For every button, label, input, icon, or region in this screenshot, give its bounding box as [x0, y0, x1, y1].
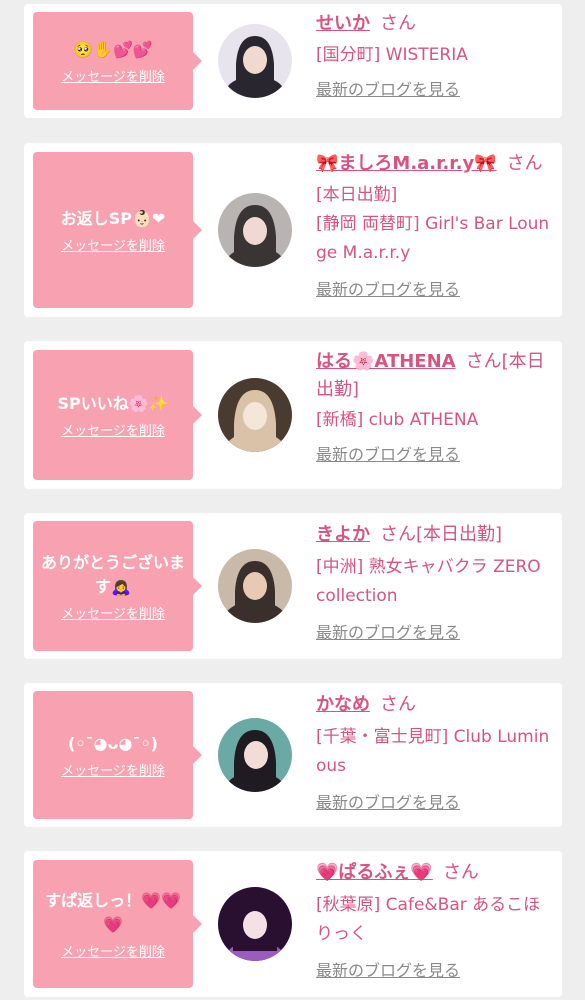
avatar-face [243, 402, 267, 430]
shop-info: [秋葉原] Cafe&Bar あるこほりっく [316, 895, 541, 944]
honorific: さん [465, 351, 502, 372]
name-line: せいか さん [316, 10, 552, 38]
message-text: ありがとうございます🙇‍♀️ [41, 552, 186, 596]
name-line: はる🌸ATHENA さん[本日出勤] [316, 348, 552, 404]
cast-info: 💗ぱるふぇ💗 さん [秋葉原] Cafe&Bar あるこほりっく 最新のブログを見… [316, 859, 552, 981]
work-status: [本日出勤] [316, 185, 398, 205]
cast-name-link[interactable]: 🎀ましろM.a.r.r.y🎀 [316, 153, 497, 174]
cast-info: はる🌸ATHENA さん[本日出勤] [新橋] club ATHENA 最新のブロ… [316, 348, 552, 465]
avatar-photo [218, 378, 292, 452]
delete-message-link[interactable]: メッセージを削除 [61, 760, 165, 779]
avatar-photo [218, 549, 292, 623]
avatar-face [243, 217, 267, 245]
delete-message-link[interactable]: メッセージを削除 [61, 941, 165, 960]
message-text: お返しSP👶🏻❤ [60, 208, 166, 228]
cast-info: 🎀ましろM.a.r.r.y🎀 さん [本日出勤] [静岡 両替町] Girl's … [316, 150, 552, 300]
cast-info: きよか さん[本日出勤] [中洲] 熟女キャバクラ ZERO collection… [316, 521, 552, 643]
delete-message-link[interactable]: メッセージを削除 [61, 66, 165, 85]
shop-info: [中洲] 熟女キャバクラ ZERO collection [316, 557, 541, 606]
honorific: さん [380, 524, 416, 545]
avatar-photo [218, 887, 292, 961]
shop-info: [静岡 両替町] Girl's Bar Lounge M.a.r.r.y [316, 214, 550, 263]
name-line: 🎀ましろM.a.r.r.y🎀 さん [316, 150, 552, 178]
avatar-face [243, 572, 267, 600]
avatar[interactable] [218, 549, 292, 623]
message-list: 🥺✋💕💕 メッセージを削除 せいか さん [国分町] WISTERIA 最新のブロ… [0, 0, 585, 1000]
shop-info: [千葉・富士見町] Club Luminous [316, 727, 550, 776]
message-card: ありがとうございます🙇‍♀️ メッセージを削除 きよか さん[本日出勤] [中洲]… [24, 513, 562, 659]
cast-info: かなめ さん [千葉・富士見町] Club Luminous 最新のブログを見る [316, 691, 552, 813]
shop-info: [新橋] club ATHENA [316, 410, 479, 430]
avatar-face [244, 741, 268, 769]
message-text: 🥺✋💕💕 [73, 39, 153, 59]
honorific: さん [442, 862, 479, 883]
avatar[interactable] [218, 193, 292, 267]
message-card: (◦ˉ◕ᴗ◕ˉ◦) メッセージを削除 かなめ さん [千葉・富士見町] Club … [24, 683, 562, 827]
message-card: 🥺✋💕💕 メッセージを削除 せいか さん [国分町] WISTERIA 最新のブロ… [24, 4, 562, 118]
latest-blog-link[interactable]: 最新のブログを見る [316, 789, 460, 813]
message-bubble: すぱ返しっ！💗💗💗 メッセージを削除 [33, 860, 202, 988]
delete-message-link[interactable]: メッセージを削除 [61, 603, 165, 622]
latest-blog-link[interactable]: 最新のブログを見る [316, 619, 460, 643]
message-text: すぱ返しっ！💗💗💗 [45, 890, 181, 934]
shop-info: [国分町] WISTERIA [316, 45, 468, 65]
avatar[interactable] [218, 887, 292, 961]
cast-name-link[interactable]: 💗ぱるふぇ💗 [316, 862, 433, 883]
name-line: 💗ぱるふぇ💗 さん [316, 859, 552, 887]
message-card: すぱ返しっ！💗💗💗 メッセージを削除 💗ぱるふぇ💗 さん [秋葉原] Cafe&B… [24, 851, 562, 997]
message-bubble: お返しSP👶🏻❤ メッセージを削除 [33, 152, 202, 308]
honorific: さん [506, 153, 543, 174]
cast-name-link[interactable]: はる🌸ATHENA [316, 351, 456, 372]
avatar-face [243, 911, 267, 939]
name-line: きよか さん[本日出勤] [316, 521, 552, 549]
message-text: (◦ˉ◕ᴗ◕ˉ◦) [68, 733, 158, 753]
delete-message-link[interactable]: メッセージを削除 [61, 235, 165, 254]
message-bubble: (◦ˉ◕ᴗ◕ˉ◦) メッセージを削除 [33, 691, 202, 819]
avatar[interactable] [218, 24, 292, 98]
cast-name-link[interactable]: かなめ [316, 694, 370, 715]
cast-name-link[interactable]: きよか [316, 524, 370, 545]
latest-blog-link[interactable]: 最新のブログを見る [316, 957, 460, 981]
name-line: かなめ さん [316, 691, 552, 719]
honorific: さん [380, 13, 416, 34]
honorific: さん [380, 694, 416, 715]
avatar-photo [218, 718, 292, 792]
avatar-face [243, 46, 267, 74]
work-status: [本日出勤] [416, 524, 503, 545]
avatar[interactable] [218, 718, 292, 792]
avatar[interactable] [218, 378, 292, 452]
message-bubble: ありがとうございます🙇‍♀️ メッセージを削除 [33, 521, 202, 651]
latest-blog-link[interactable]: 最新のブログを見る [316, 76, 460, 100]
avatar-photo [218, 193, 292, 267]
message-card: お返しSP👶🏻❤ メッセージを削除 🎀ましろM.a.r.r.y🎀 さん [本日出勤… [24, 143, 562, 317]
cast-info: せいか さん [国分町] WISTERIA 最新のブログを見る [316, 10, 552, 100]
latest-blog-link[interactable]: 最新のブログを見る [316, 276, 460, 300]
latest-blog-link[interactable]: 最新のブログを見る [316, 441, 460, 465]
message-text: SPいいね🌸✨ [57, 393, 169, 413]
cast-name-link[interactable]: せいか [316, 13, 370, 34]
message-card: SPいいね🌸✨ メッセージを削除 はる🌸ATHENA さん[本日出勤] [新橋] … [24, 341, 562, 489]
message-bubble: SPいいね🌸✨ メッセージを削除 [33, 350, 202, 480]
delete-message-link[interactable]: メッセージを削除 [61, 420, 165, 439]
avatar-photo [218, 24, 292, 98]
message-bubble: 🥺✋💕💕 メッセージを削除 [33, 12, 202, 110]
